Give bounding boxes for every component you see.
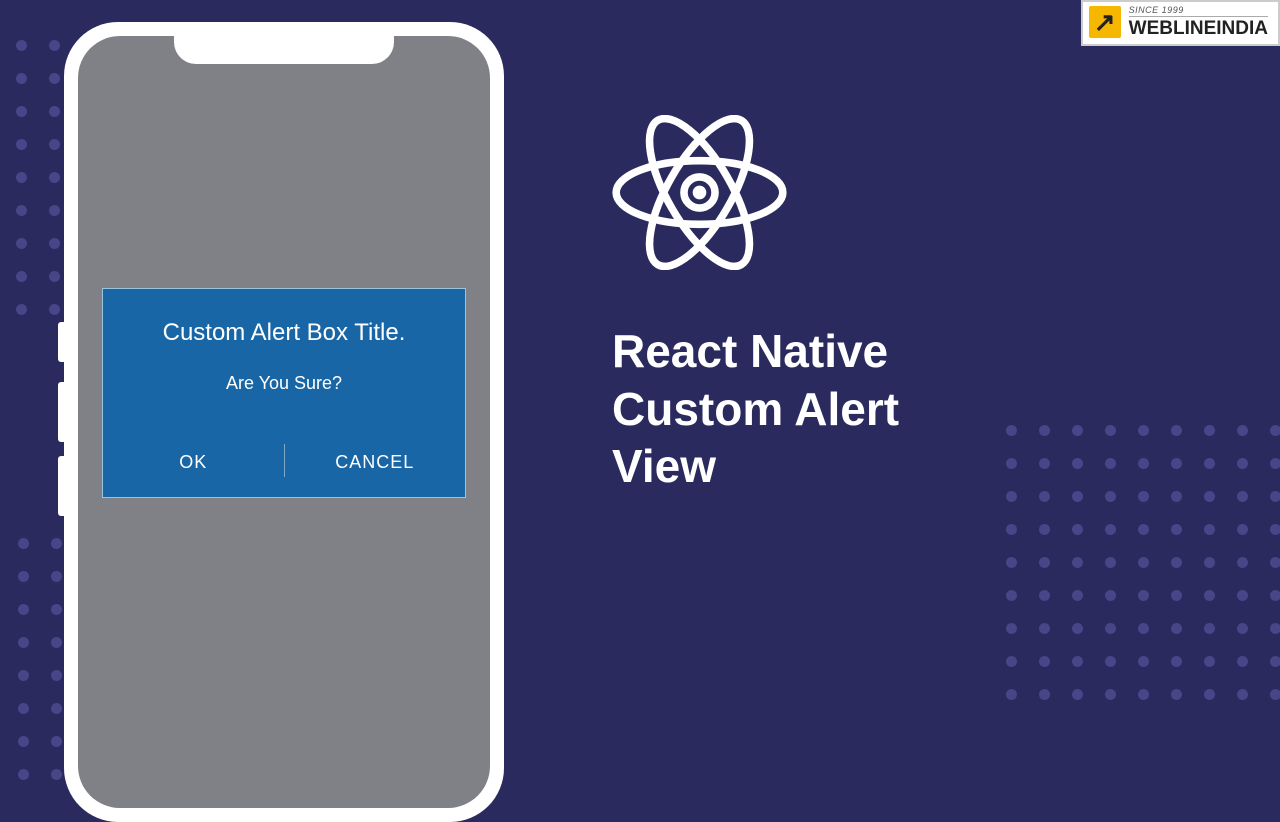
heading-line: Custom Alert — [612, 381, 899, 439]
logo-text: SINCE 1999 WEBLINEINDIA — [1129, 6, 1268, 38]
react-icon — [612, 115, 787, 270]
logo-since: SINCE 1999 — [1129, 6, 1268, 17]
logo-name: WEBLINEINDIA — [1129, 19, 1268, 38]
alert-buttons-row: OK CANCEL — [103, 434, 465, 497]
heading-line: View — [612, 438, 899, 496]
phone-mockup: Custom Alert Box Title. Are You Sure? OK… — [64, 22, 504, 822]
phone-side-button — [58, 322, 64, 362]
alert-title: Custom Alert Box Title. — [103, 289, 465, 373]
heading: React Native Custom Alert View — [612, 323, 899, 496]
decorative-dots-right — [1006, 425, 1280, 700]
weblineindia-logo: ↗ SINCE 1999 WEBLINEINDIA — [1081, 0, 1280, 46]
phone-side-button — [58, 456, 64, 516]
ok-button[interactable]: OK — [103, 434, 284, 497]
right-content: React Native Custom Alert View — [612, 115, 899, 496]
phone-notch — [174, 36, 394, 64]
custom-alert-box: Custom Alert Box Title. Are You Sure? OK… — [102, 288, 466, 498]
heading-line: React Native — [612, 323, 899, 381]
cancel-button[interactable]: CANCEL — [285, 434, 466, 497]
phone-screen: Custom Alert Box Title. Are You Sure? OK… — [78, 36, 490, 808]
logo-arrow-icon: ↗ — [1089, 6, 1121, 38]
alert-message: Are You Sure? — [103, 373, 465, 434]
phone-side-button — [58, 382, 64, 442]
